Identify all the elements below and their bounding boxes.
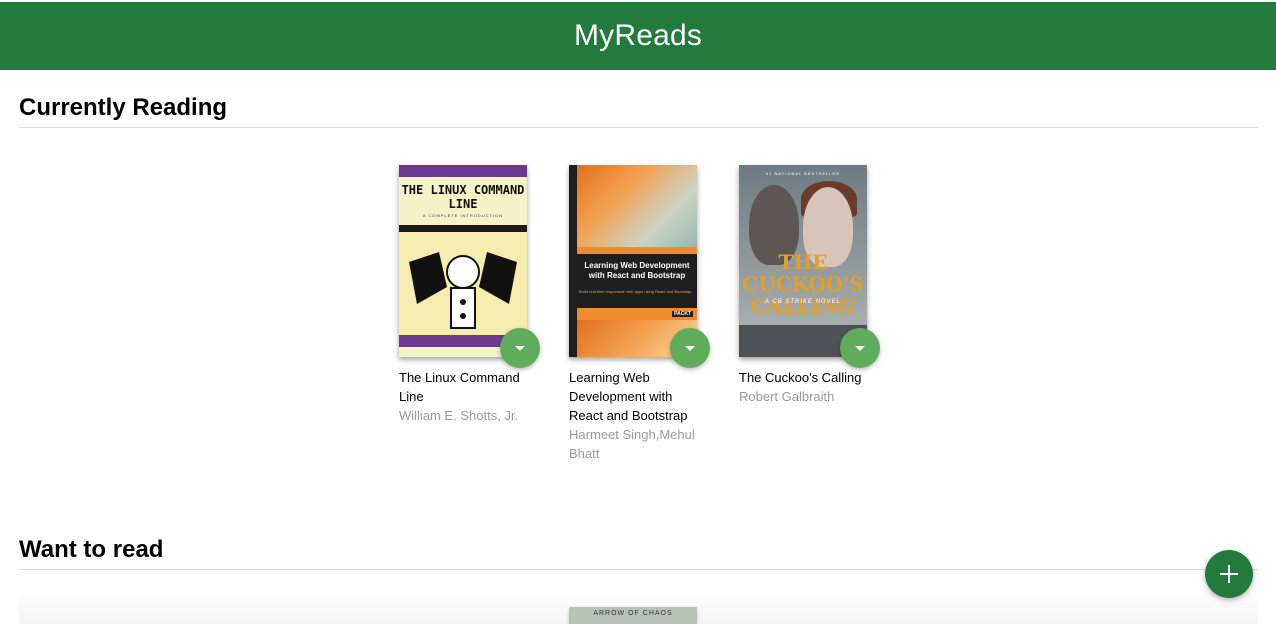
- book-cover[interactable]: Learning Web Development with React and …: [569, 165, 697, 357]
- app-header: MyReads: [0, 2, 1276, 70]
- cover-description: Build real-time responsive web apps usin…: [579, 289, 692, 294]
- caret-down-icon: [515, 345, 525, 351]
- book-cover[interactable]: THE LINUX COMMAND LINE A COMPLETE INTROD…: [399, 165, 527, 357]
- cover-band: [399, 165, 527, 177]
- book-cover[interactable]: ARROW OF CHAOS: [569, 607, 697, 624]
- book-title: The Linux Command Line: [399, 370, 520, 404]
- cover-title: ARROW OF CHAOS: [593, 610, 673, 617]
- shelf-divider: [19, 127, 1258, 128]
- cover-subtitle: A COMPLETE INTRODUCTION: [422, 213, 504, 218]
- book-title: The Cuckoo's Calling: [739, 370, 862, 385]
- cover-photo: [577, 165, 697, 247]
- cover-title: Learning Web Development with React and …: [584, 261, 690, 280]
- shelf-want-to-read: Want to read: [19, 531, 1258, 570]
- cover-art: [399, 232, 527, 335]
- shelf-title: Currently Reading: [19, 94, 228, 121]
- cover-banner: #1 NATIONAL BESTSELLER: [765, 171, 841, 176]
- cover-title: THE CUCKOO'S CALLING: [742, 250, 864, 318]
- shelf-title: Want to read: [19, 536, 164, 563]
- book-item: THE LINUX COMMAND LINE A COMPLETE INTROD…: [399, 165, 540, 463]
- book-title: Learning Web Development with React and …: [569, 370, 688, 423]
- shelf-changer-button[interactable]: [840, 328, 880, 368]
- cover-strip: [577, 247, 697, 254]
- book-item: Learning Web Development with React and …: [569, 165, 710, 463]
- shelf-divider: [19, 569, 1258, 570]
- shelf-changer-button[interactable]: [670, 328, 710, 368]
- book-item: #1 NATIONAL BESTSELLER THE CUCKOO'S CALL…: [739, 165, 880, 463]
- caret-down-icon: [855, 345, 865, 351]
- shelf-currently-reading: Currently Reading: [19, 89, 1258, 128]
- plus-icon: [1220, 565, 1238, 583]
- shelf-changer-button[interactable]: [500, 328, 540, 368]
- books-grid: THE LINUX COMMAND LINE A COMPLETE INTROD…: [399, 165, 880, 463]
- book-authors: Robert Galbraith: [739, 389, 835, 404]
- cover-author-bar: [399, 225, 527, 232]
- book-cover[interactable]: #1 NATIONAL BESTSELLER THE CUCKOO'S CALL…: [739, 165, 867, 357]
- cover-tagline: A CB STRIKE NOVEL: [764, 299, 842, 305]
- book-authors: William E. Shotts, Jr.: [399, 408, 519, 423]
- book-authors: Harmeet Singh,Mehul Bhatt: [569, 427, 695, 461]
- cover-title: THE LINUX COMMAND LINE: [401, 183, 525, 211]
- app-title: MyReads: [573, 19, 703, 52]
- caret-down-icon: [685, 345, 695, 351]
- cover-publisher: PACKT: [672, 311, 693, 317]
- add-book-button[interactable]: [1205, 550, 1253, 598]
